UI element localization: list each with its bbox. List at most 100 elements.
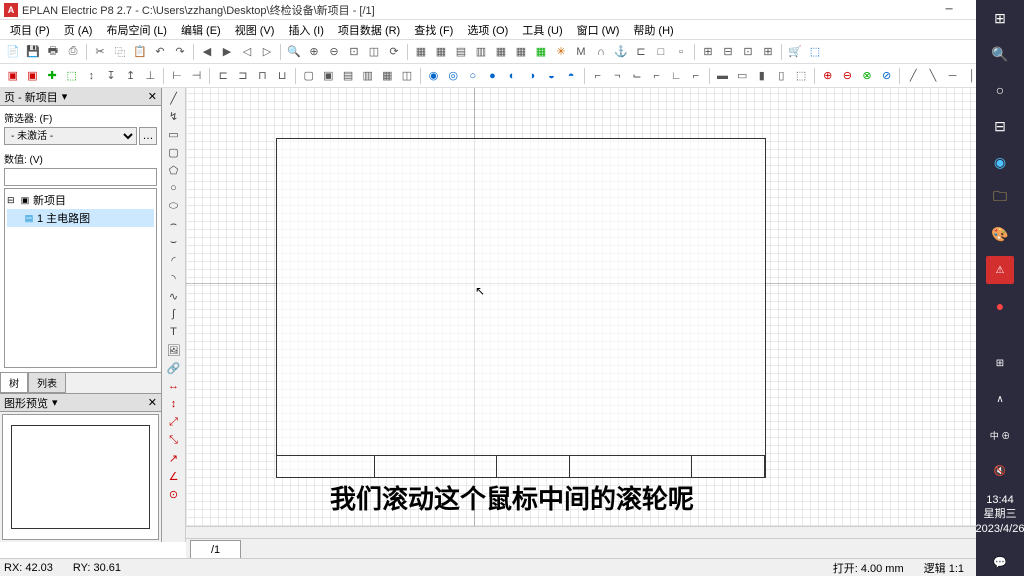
paste-icon[interactable]: 📋 bbox=[131, 43, 149, 61]
dim3-tool-icon[interactable]: ⤢ bbox=[165, 414, 183, 430]
save-icon[interactable]: 💾 bbox=[24, 43, 42, 61]
copy-icon[interactable]: ⿻ bbox=[111, 43, 129, 61]
grid6-icon[interactable]: ▦ bbox=[512, 43, 530, 61]
zoom-icon[interactable]: 🔍 bbox=[285, 43, 303, 61]
wire6-icon[interactable]: ⌐ bbox=[687, 67, 705, 85]
image-tool-icon[interactable]: 🖼 bbox=[165, 342, 183, 358]
conn5-icon[interactable]: ◐ bbox=[503, 67, 521, 85]
conn6-icon[interactable]: ◑ bbox=[523, 67, 541, 85]
start-icon[interactable]: ⊞ bbox=[986, 4, 1014, 32]
arc4-tool-icon[interactable]: ◝ bbox=[165, 270, 183, 286]
symbol5-icon[interactable]: ⊓ bbox=[254, 67, 272, 85]
portal-icon[interactable]: ⬚ bbox=[806, 43, 824, 61]
preview-dropdown-icon[interactable]: ▾ bbox=[52, 396, 58, 409]
layout2-icon[interactable]: ⊟ bbox=[719, 43, 737, 61]
tray-grid-icon[interactable]: ⊞ bbox=[986, 349, 1014, 377]
rect-tool-icon[interactable]: ▭ bbox=[165, 126, 183, 142]
panel-dropdown-icon[interactable]: ▾ bbox=[62, 90, 68, 103]
macro-icon[interactable]: M bbox=[572, 43, 590, 61]
menu-insert[interactable]: 插入 (I) bbox=[282, 20, 329, 40]
box2-icon[interactable]: ▣ bbox=[320, 67, 338, 85]
wire4-icon[interactable]: ⌐ bbox=[648, 67, 666, 85]
menu-projectdata[interactable]: 项目数据 (R) bbox=[332, 20, 406, 40]
symbol6-icon[interactable]: ⊔ bbox=[273, 67, 291, 85]
el3-icon[interactable]: ⊗ bbox=[858, 67, 876, 85]
menu-tools[interactable]: 工具 (U) bbox=[516, 20, 568, 40]
el1-icon[interactable]: ⊕ bbox=[819, 67, 837, 85]
menu-layout[interactable]: 布局空间 (L) bbox=[100, 20, 173, 40]
arc3-tool-icon[interactable]: ◜ bbox=[165, 252, 183, 268]
edge-icon[interactable]: ◉ bbox=[986, 148, 1014, 176]
search-icon[interactable]: 🔍 bbox=[986, 40, 1014, 68]
menu-project[interactable]: 项目 (P) bbox=[4, 20, 56, 40]
grid-icon[interactable]: ▦ bbox=[412, 43, 430, 61]
menu-help[interactable]: 帮助 (H) bbox=[627, 20, 679, 40]
undo-icon[interactable]: ↶ bbox=[151, 43, 169, 61]
comp4-icon[interactable]: ⬚ bbox=[63, 67, 81, 85]
filter-options-button[interactable]: … bbox=[139, 127, 157, 145]
tray-ime-icon[interactable]: 中 ⊕ bbox=[986, 421, 1014, 449]
tab-list[interactable]: 列表 bbox=[28, 373, 66, 393]
comp7-icon[interactable]: ↥ bbox=[122, 67, 140, 85]
box4-icon[interactable]: ▥ bbox=[359, 67, 377, 85]
polygon-tool-icon[interactable]: ⬠ bbox=[165, 162, 183, 178]
tree-child[interactable]: ▤ 1 主电路图 bbox=[7, 209, 154, 227]
box1-icon[interactable]: ▢ bbox=[300, 67, 318, 85]
sheet-tab[interactable]: /1 bbox=[190, 540, 241, 558]
zoom-window-icon[interactable]: ◫ bbox=[365, 43, 383, 61]
polyline-tool-icon[interactable]: ↯ bbox=[165, 108, 183, 124]
arc2-tool-icon[interactable]: ⌣ bbox=[165, 234, 183, 250]
layout3-icon[interactable]: ⊡ bbox=[739, 43, 757, 61]
cut-icon[interactable]: ✂ bbox=[91, 43, 109, 61]
dim1-tool-icon[interactable]: ↔ bbox=[165, 378, 183, 394]
wire1-icon[interactable]: ⌐ bbox=[589, 67, 607, 85]
minimize-button[interactable]: ─ bbox=[934, 0, 964, 20]
page-prev-icon[interactable]: ◁ bbox=[238, 43, 256, 61]
dim7-tool-icon[interactable]: ⊙ bbox=[165, 486, 183, 502]
el2-icon[interactable]: ⊖ bbox=[839, 67, 857, 85]
menu-page[interactable]: 页 (A) bbox=[58, 20, 99, 40]
new-icon[interactable]: 📄 bbox=[4, 43, 22, 61]
box5-icon[interactable]: ▦ bbox=[378, 67, 396, 85]
preview-close-icon[interactable]: ✕ bbox=[148, 396, 157, 409]
term5-icon[interactable]: ⬚ bbox=[792, 67, 810, 85]
value-input[interactable] bbox=[4, 168, 157, 186]
comp2-icon[interactable]: ▣ bbox=[24, 67, 42, 85]
menu-find[interactable]: 查找 (F) bbox=[408, 20, 459, 40]
tray-vol-icon[interactable]: 🔇 bbox=[986, 457, 1014, 485]
spline2-tool-icon[interactable]: ∫ bbox=[165, 306, 183, 322]
menu-view[interactable]: 视图 (V) bbox=[229, 20, 281, 40]
print-preview-icon[interactable]: 🖶 bbox=[44, 43, 62, 61]
wire3-icon[interactable]: ⌙ bbox=[628, 67, 646, 85]
rect2-tool-icon[interactable]: ▢ bbox=[165, 144, 183, 160]
dim6-tool-icon[interactable]: ∠ bbox=[165, 468, 183, 484]
term2-icon[interactable]: ▭ bbox=[733, 67, 751, 85]
conn1-icon[interactable]: ◉ bbox=[425, 67, 443, 85]
ellipse-tool-icon[interactable]: ⬭ bbox=[165, 198, 183, 214]
wire5-icon[interactable]: ∟ bbox=[667, 67, 685, 85]
grid4-icon[interactable]: ▥ bbox=[472, 43, 490, 61]
arc-tool-icon[interactable]: ⌢ bbox=[165, 216, 183, 232]
box6-icon[interactable]: ◫ bbox=[398, 67, 416, 85]
symbol4-icon[interactable]: ⊐ bbox=[234, 67, 252, 85]
explorer-icon[interactable]: 🗀 bbox=[986, 184, 1014, 212]
canvas[interactable]: ↖ bbox=[186, 88, 1000, 542]
grid3-icon[interactable]: ▤ bbox=[452, 43, 470, 61]
layout4-icon[interactable]: ⊞ bbox=[759, 43, 777, 61]
line-tool-icon[interactable]: ╱ bbox=[165, 90, 183, 106]
text-tool-icon[interactable]: T bbox=[165, 324, 183, 340]
record-icon[interactable]: ● bbox=[986, 292, 1014, 320]
zoom-in-icon[interactable]: ⊕ bbox=[305, 43, 323, 61]
nav-back-icon[interactable]: ◀ bbox=[198, 43, 216, 61]
link-tool-icon[interactable]: 🔗 bbox=[165, 360, 183, 376]
relay-icon[interactable]: ⊏ bbox=[632, 43, 650, 61]
comp6-icon[interactable]: ↧ bbox=[102, 67, 120, 85]
conn2-icon[interactable]: ◎ bbox=[444, 67, 462, 85]
tray-up-icon[interactable]: ∧ bbox=[986, 385, 1014, 413]
refresh-icon[interactable]: ⟳ bbox=[385, 43, 403, 61]
symbol2-icon[interactable]: ⊣ bbox=[188, 67, 206, 85]
cart-icon[interactable]: 🛒 bbox=[786, 43, 804, 61]
line2-icon[interactable]: ╲ bbox=[924, 67, 942, 85]
tab-tree[interactable]: 树 bbox=[0, 373, 28, 393]
panel-close-icon[interactable]: ✕ bbox=[148, 90, 157, 103]
